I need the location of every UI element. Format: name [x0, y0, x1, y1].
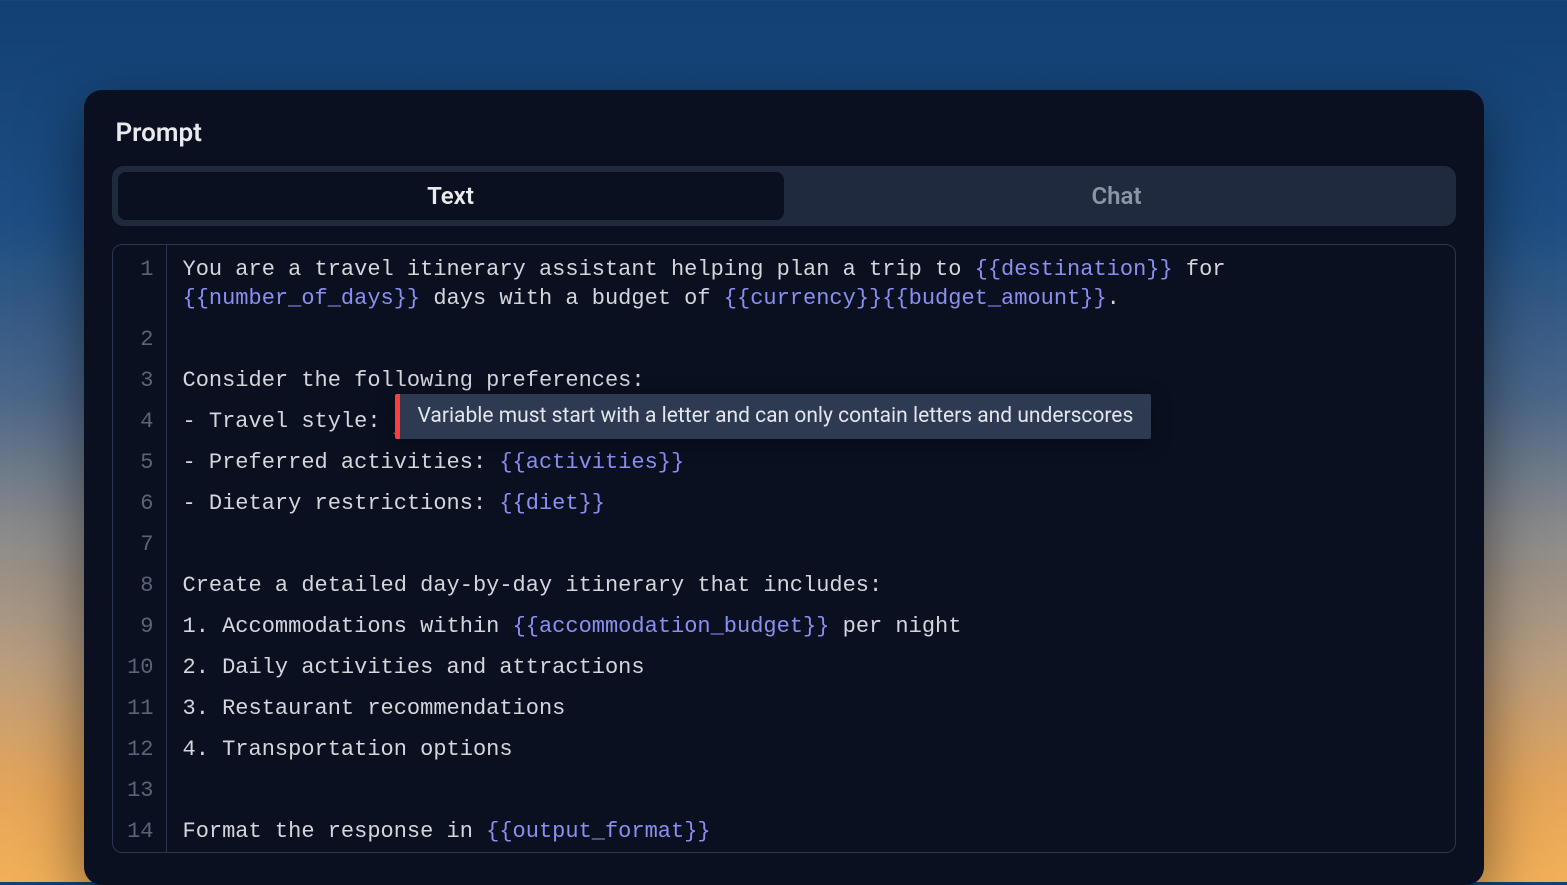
- template-variable: {{activities}}: [499, 450, 684, 475]
- code-content[interactable]: - Dietary restrictions: {{diet}}: [167, 483, 1455, 524]
- line-number: 2: [113, 319, 167, 360]
- code-line[interactable]: 10 2. Daily activities and attractions: [113, 647, 1455, 688]
- line-number: 5: [113, 442, 167, 483]
- code-content[interactable]: You are a travel itinerary assistant hel…: [167, 245, 1455, 319]
- line-number: 4: [113, 401, 167, 442]
- code-line[interactable]: 8 Create a detailed day-by-day itinerary …: [113, 565, 1455, 606]
- code-text: - Dietary restrictions:: [183, 491, 500, 516]
- line-number: 6: [113, 483, 167, 524]
- code-text: 2. Daily activities and attractions: [183, 655, 645, 680]
- code-text: 1. Accommodations within: [183, 614, 513, 639]
- code-line[interactable]: 12 4. Transportation options: [113, 729, 1455, 770]
- line-number: 14: [113, 811, 167, 852]
- code-line[interactable]: 5- Preferred activities: {{activities}}: [113, 442, 1455, 483]
- code-content[interactable]: 3. Restaurant recommendations: [167, 688, 1455, 729]
- code-content[interactable]: [167, 524, 1455, 565]
- validation-tooltip: Variable must start with a letter and ca…: [395, 394, 1152, 439]
- code-line[interactable]: 2: [113, 319, 1455, 360]
- code-content[interactable]: 1. Accommodations within {{accommodation…: [167, 606, 1455, 647]
- template-variable: {{output_format}}: [486, 819, 710, 844]
- code-content[interactable]: [167, 770, 1455, 811]
- line-number: 8: [113, 565, 167, 606]
- code-editor[interactable]: 1 You are a travel itinerary assistant he…: [112, 244, 1456, 853]
- tab-chat[interactable]: Chat: [784, 172, 1450, 220]
- code-text: Consider the following preferences:: [183, 368, 645, 393]
- template-variable: {{destination}}: [975, 257, 1173, 282]
- code-line[interactable]: 1 You are a travel itinerary assistant he…: [113, 245, 1455, 319]
- code-text: days with a budget of: [420, 286, 724, 311]
- template-variable: {{budget_amount}}: [882, 286, 1106, 311]
- code-text: You are a travel itinerary assistant hel…: [183, 257, 975, 282]
- line-number: 9: [113, 606, 167, 647]
- code-content[interactable]: 4. Transportation options: [167, 729, 1455, 770]
- code-content[interactable]: - Preferred activities: {{activities}}: [167, 442, 1455, 483]
- line-number: 12: [113, 729, 167, 770]
- template-variable: {{number_of_days}}: [183, 286, 421, 311]
- code-content[interactable]: Create a detailed day-by-day itinerary t…: [167, 565, 1455, 606]
- line-number: 11: [113, 688, 167, 729]
- line-number: 1: [113, 245, 167, 319]
- code-text: 4. Transportation options: [183, 737, 513, 762]
- code-content[interactable]: Format the response in {{output_format}}: [167, 811, 1455, 852]
- tabs: Text Chat: [112, 166, 1456, 226]
- code-line[interactable]: 11 3. Restaurant recommendations: [113, 688, 1455, 729]
- template-variable: {{diet}}: [499, 491, 605, 516]
- panel-title: Prompt: [112, 118, 1456, 148]
- code-line[interactable]: 6- Dietary restrictions: {{diet}}: [113, 483, 1455, 524]
- prompt-panel: Prompt Text Chat 1 You are a travel itine…: [84, 90, 1484, 885]
- line-number: 10: [113, 647, 167, 688]
- template-variable: {{accommodation_budget}}: [513, 614, 830, 639]
- line-number: 7: [113, 524, 167, 565]
- template-variable: {{currency}}: [724, 286, 882, 311]
- code-content[interactable]: 2. Daily activities and attractions: [167, 647, 1455, 688]
- code-text: Format the response in: [183, 819, 487, 844]
- code-text: 3. Restaurant recommendations: [183, 696, 566, 721]
- code-line[interactable]: 91. Accommodations within {{accommodatio…: [113, 606, 1455, 647]
- code-text: for: [1173, 257, 1239, 282]
- line-number: 3: [113, 360, 167, 401]
- code-text: per night: [829, 614, 961, 639]
- tab-text[interactable]: Text: [118, 172, 784, 220]
- code-line[interactable]: 14Format the response in {{output_format…: [113, 811, 1455, 852]
- code-text: - Preferred activities:: [183, 450, 500, 475]
- code-content[interactable]: [167, 319, 1455, 360]
- code-text: .: [1107, 286, 1120, 311]
- code-text: - Travel style:: [183, 409, 394, 434]
- line-number: 13: [113, 770, 167, 811]
- code-text: Create a detailed day-by-day itinerary t…: [183, 573, 883, 598]
- code-line[interactable]: 7: [113, 524, 1455, 565]
- code-line[interactable]: 13: [113, 770, 1455, 811]
